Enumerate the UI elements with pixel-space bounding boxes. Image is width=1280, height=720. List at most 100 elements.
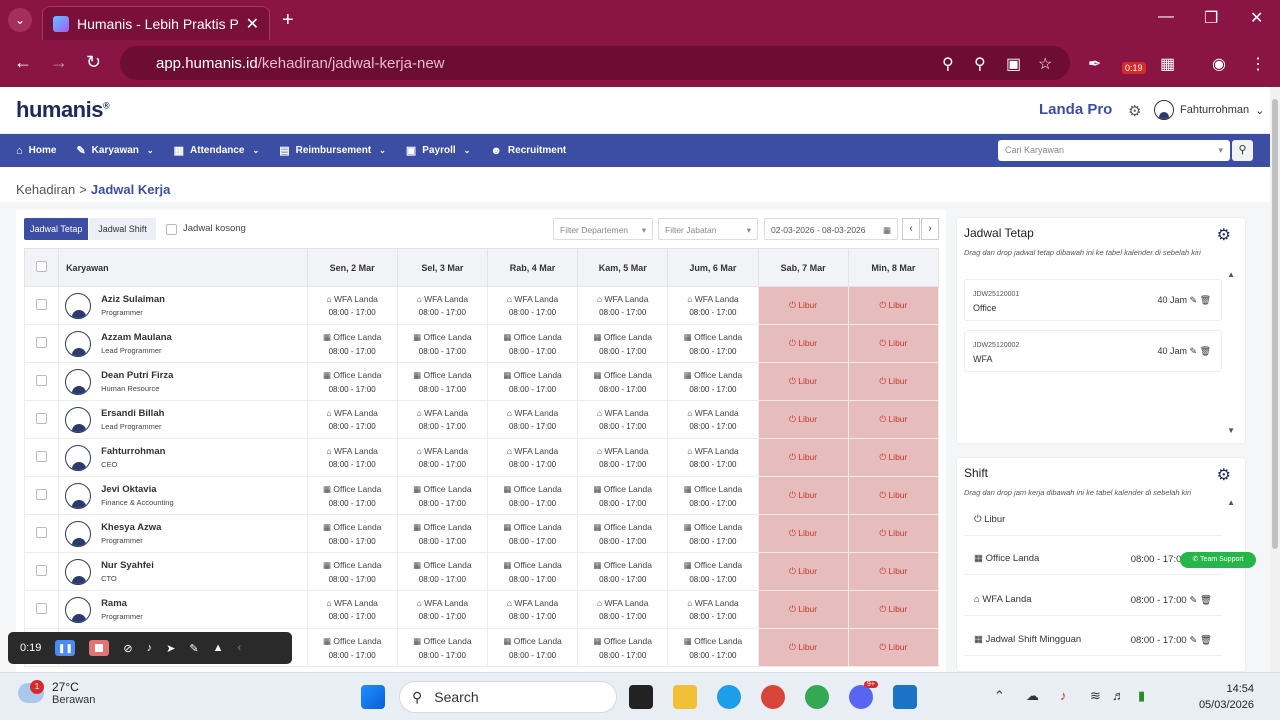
scroll-up-icon[interactable]: ▲	[1227, 498, 1235, 507]
schedule-cell[interactable]: ⌂ WFA Landa 08:00 - 17:00	[396, 590, 488, 629]
schedule-cell[interactable]: ▦ Office Landa 08:00 - 17:00	[486, 476, 579, 515]
humanis-logo[interactable]: humanis®	[16, 97, 110, 123]
edge-icon[interactable]	[717, 685, 741, 709]
schedule-cell[interactable]: ▦ Office Landa 08:00 - 17:00	[486, 552, 579, 591]
back-icon[interactable]: ←	[14, 52, 32, 73]
nav-payroll[interactable]: ▣ Payroll ⌄	[406, 144, 470, 157]
row-checkbox[interactable]	[36, 451, 48, 462]
fixed-schedule-item[interactable]: JDW25120002 WFA 40 Jam ✎ 🗑	[964, 330, 1222, 372]
schedule-cell[interactable]: ⌂ WFA Landa 08:00 - 17:00	[306, 286, 398, 325]
schedule-cell[interactable]: ⌂ WFA Landa 08:00 - 17:00	[486, 286, 579, 325]
schedule-cell[interactable]: ▦ Office Landa 08:00 - 17:00	[667, 362, 759, 401]
schedule-cell[interactable]: ▦ Office Landa 08:00 - 17:00	[396, 552, 488, 591]
company-name[interactable]: Landa Pro	[1039, 101, 1112, 118]
off-day-cell[interactable]: ⏻ Libur	[757, 476, 849, 515]
battery-icon[interactable]: ▮	[1138, 688, 1145, 704]
task-view-icon[interactable]	[629, 685, 653, 709]
search-icon[interactable]: ⚲	[1232, 140, 1253, 161]
schedule-cell[interactable]: ⌂ WFA Landa 08:00 - 17:00	[577, 590, 669, 629]
schedule-cell[interactable]: ▦ Office Landa 08:00 - 17:00	[486, 324, 579, 363]
off-day-cell[interactable]: ⏻ Libur	[757, 590, 849, 629]
schedule-cell[interactable]: ▦ Office Landa 08:00 - 17:00	[667, 324, 759, 363]
schedule-cell[interactable]: ⌂ WFA Landa 08:00 - 17:00	[577, 438, 669, 477]
row-checkbox[interactable]	[36, 413, 48, 424]
off-day-cell[interactable]: ⏻ Libur	[757, 438, 849, 477]
off-day-cell[interactable]: ⏻ Libur	[847, 476, 940, 515]
row-checkbox[interactable]	[36, 299, 48, 310]
edit-icon[interactable]: ✎	[1190, 346, 1198, 356]
nav-attendance[interactable]: ▦ Attendance ⌄	[174, 144, 260, 157]
schedule-cell[interactable]: ⌂ WFA Landa 08:00 - 17:00	[577, 400, 669, 439]
row-checkbox[interactable]	[36, 489, 48, 500]
wifi-icon[interactable]: ≋	[1090, 688, 1101, 704]
close-tab-icon[interactable]: ✕	[246, 14, 259, 34]
schedule-cell[interactable]: ⌂ WFA Landa 08:00 - 17:00	[486, 438, 579, 477]
tab-jadwal-tetap[interactable]: Jadwal Tetap	[24, 218, 89, 240]
schedule-cell[interactable]: ⌂ WFA Landa 08:00 - 17:00	[306, 438, 398, 477]
onedrive-icon[interactable]: ☁	[1026, 688, 1039, 704]
off-day-cell[interactable]: ⏻ Libur	[847, 362, 940, 401]
discord-icon[interactable]	[849, 685, 873, 709]
schedule-cell[interactable]: ▦ Office Landa 08:00 - 17:00	[577, 628, 669, 667]
breadcrumb-parent[interactable]: Kehadiran	[16, 182, 75, 197]
menu-dots-icon[interactable]: ⋮	[1250, 54, 1266, 74]
schedule-cell[interactable]: ▦ Office Landa 08:00 - 17:00	[667, 552, 759, 591]
recorder-extension-badge[interactable]: 0:19	[1122, 62, 1146, 74]
row-checkbox[interactable]	[36, 337, 48, 348]
row-checkbox[interactable]	[36, 375, 48, 386]
pause-button[interactable]: ❚❚	[55, 640, 76, 656]
schedule-cell[interactable]: ▦ Office Landa 08:00 - 17:00	[396, 362, 488, 401]
tab-jadwal-shift[interactable]: Jadwal Shift	[89, 218, 156, 240]
off-day-cell[interactable]: ⏻ Libur	[847, 590, 940, 629]
schedule-cell[interactable]: ⌂ WFA Landa 08:00 - 17:00	[667, 400, 759, 439]
user-menu[interactable]: Fahturrohman ⌄	[1154, 100, 1264, 120]
date-range-picker[interactable]: 02-03-2026 - 08-03-2026 ▦	[764, 218, 898, 240]
empty-schedule-checkbox[interactable]	[166, 224, 177, 235]
schedule-cell[interactable]: ⌂ WFA Landa 08:00 - 17:00	[306, 590, 398, 629]
schedule-cell[interactable]: ▦ Office Landa 08:00 - 17:00	[306, 628, 398, 667]
close-window-icon[interactable]: ✕	[1250, 8, 1263, 28]
off-day-cell[interactable]: ⏻ Libur	[847, 438, 940, 477]
off-day-cell[interactable]: ⏻ Libur	[757, 286, 849, 325]
schedule-cell[interactable]: ▦ Office Landa 08:00 - 17:00	[667, 514, 759, 553]
camera-off-icon[interactable]: ⊘	[123, 642, 132, 655]
schedule-cell[interactable]: ▦ Office Landa 08:00 - 17:00	[667, 628, 759, 667]
zoom-icon[interactable]: ⚲	[974, 54, 986, 74]
prev-week-button[interactable]: ‹	[902, 218, 920, 240]
schedule-cell[interactable]: ▦ Office Landa 08:00 - 17:00	[577, 324, 669, 363]
shift-item[interactable]: ▦ Jadwal Shift Mingguan 08:00 - 17:00 ✎ 🗑	[964, 624, 1222, 656]
reload-icon[interactable]: ↻	[86, 52, 101, 73]
schedule-cell[interactable]: ▦ Office Landa 08:00 - 17:00	[396, 514, 488, 553]
off-day-cell[interactable]: ⏻ Libur	[847, 628, 940, 667]
department-filter[interactable]: Filter Departemen ▾	[553, 218, 653, 240]
nav-karyawan[interactable]: ✎ Karyawan ⌄	[76, 144, 153, 157]
minimize-icon[interactable]: —	[1158, 8, 1174, 26]
schedule-cell[interactable]: ⌂ WFA Landa 08:00 - 17:00	[486, 590, 579, 629]
extension-feather-icon[interactable]: ✒	[1088, 54, 1101, 74]
edit-icon[interactable]: ✎	[1190, 295, 1198, 305]
off-day-cell[interactable]: ⏻ Libur	[847, 552, 940, 591]
schedule-cell[interactable]: ▦ Office Landa 08:00 - 17:00	[577, 476, 669, 515]
pointer-icon[interactable]: ➤	[166, 642, 175, 655]
job-filter[interactable]: Filter Jabatan ▾	[658, 218, 758, 240]
schedule-cell[interactable]: ▦ Office Landa 08:00 - 17:00	[486, 362, 579, 401]
schedule-cell[interactable]: ⌂ WFA Landa 08:00 - 17:00	[306, 400, 398, 439]
edit-icon[interactable]: ✎	[1189, 635, 1197, 646]
highlighter-icon[interactable]: ▲	[213, 642, 224, 654]
fixed-schedule-item[interactable]: JDW25120001 Office 40 Jam ✎ 🗑	[964, 279, 1222, 321]
off-day-cell[interactable]: ⏻ Libur	[757, 324, 849, 363]
schedule-cell[interactable]: ⌂ WFA Landa 08:00 - 17:00	[486, 400, 579, 439]
schedule-cell[interactable]: ⌂ WFA Landa 08:00 - 17:00	[396, 400, 488, 439]
schedule-cell[interactable]: ▦ Office Landa 08:00 - 17:00	[306, 324, 398, 363]
schedule-cell[interactable]: ▦ Office Landa 08:00 - 17:00	[577, 514, 669, 553]
select-all-checkbox[interactable]	[36, 261, 48, 272]
schedule-cell[interactable]: ▦ Office Landa 08:00 - 17:00	[306, 476, 398, 515]
gear-icon[interactable]: ⚙	[1217, 465, 1231, 485]
trash-icon[interactable]: 🗑	[1200, 346, 1211, 356]
page-scrollbar[interactable]	[1270, 87, 1280, 672]
next-week-button[interactable]: ›	[921, 218, 939, 240]
chevron-up-icon[interactable]: ⌃	[994, 688, 1005, 704]
row-checkbox[interactable]	[36, 603, 48, 614]
schedule-cell[interactable]: ⌂ WFA Landa 08:00 - 17:00	[667, 438, 759, 477]
chrome-icon[interactable]	[805, 685, 829, 709]
